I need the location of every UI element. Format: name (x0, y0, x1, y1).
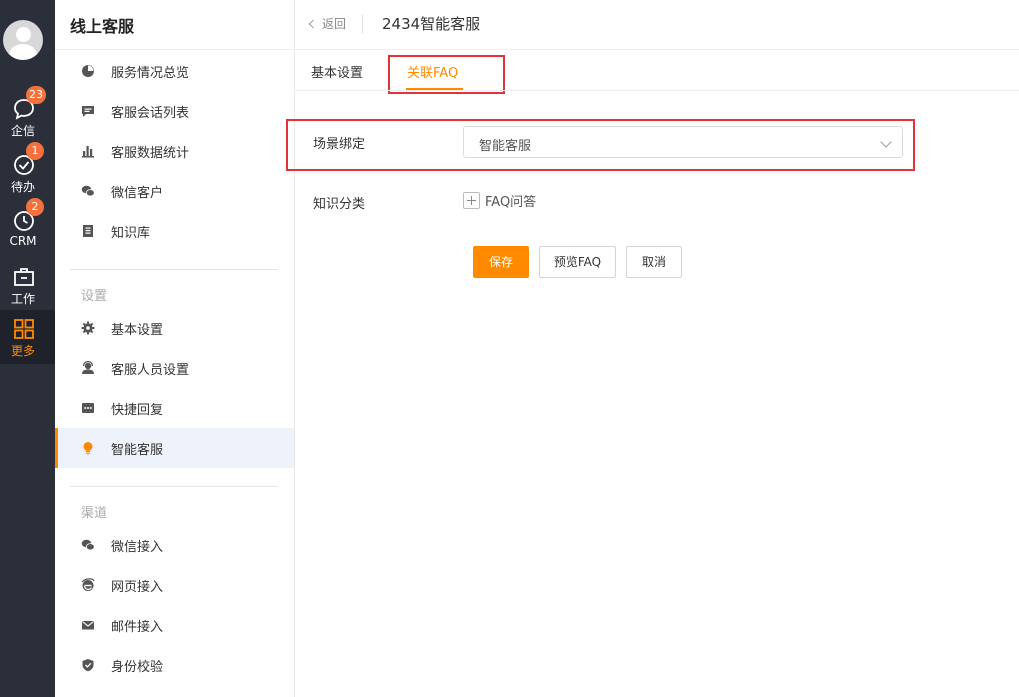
agent-icon (82, 361, 94, 374)
page-title: 2434智能客服 (382, 15, 481, 33)
sidebar-item-smart-service[interactable]: 智能客服 (55, 428, 294, 468)
cancel-button[interactable]: 取消 (626, 246, 682, 278)
shield-icon (82, 659, 94, 672)
sidebar-item-label: 知识库 (111, 226, 151, 241)
sidebar-item-label: 网页接入 (111, 580, 164, 595)
tab-basic-settings[interactable]: 基本设置 (311, 62, 363, 81)
sidebar-item-label: 基本设置 (111, 323, 164, 338)
sidebar-item-label: 服务情况总览 (111, 66, 190, 81)
sidebar-item-quick-reply[interactable]: 快捷回复 (55, 388, 294, 428)
back-label: 返回 (322, 17, 347, 31)
crm-badge: 2 (26, 198, 44, 216)
rail-item-label: CRM (9, 234, 37, 248)
divider (362, 15, 363, 33)
book-icon (83, 225, 93, 237)
rail-item-crm[interactable]: 2 CRM (0, 198, 55, 258)
divider (70, 269, 278, 270)
divider (70, 486, 278, 487)
sidebar-item-label: 客服人员设置 (111, 363, 190, 378)
rail-item-label: 待办 (10, 180, 35, 194)
app-rail: 23 企信 1 待办 2 CRM 工作 更多 (0, 0, 55, 697)
knowledge-category-label: 知识分类 (313, 197, 366, 212)
divider (295, 49, 1019, 50)
sidebar-item-label: 邮件接入 (111, 620, 164, 635)
sidebar-item-wechat-access[interactable]: 微信接入 (55, 525, 294, 565)
sidebar-item-label: 快捷回复 (111, 403, 164, 418)
divider (295, 90, 1019, 91)
rail-item-todo[interactable]: 1 待办 (0, 142, 55, 202)
main-content: 返回 2434智能客服 基本设置 关联FAQ 场景绑定 智能客服 知识分类 FA… (286, 0, 1019, 697)
ie-icon (81, 578, 95, 591)
sidebar: 线上客服 服务情况总览 客服会话列表 客服数据统计 微信客户 知识库 设置 基本… (55, 0, 295, 697)
rail-item-more[interactable]: 更多 (0, 310, 55, 364)
briefcase-icon (14, 268, 34, 286)
wechat-icon (81, 539, 95, 551)
sidebar-item-basic-settings[interactable]: 基本设置 (55, 308, 294, 348)
sidebar-item-agent-settings[interactable]: 客服人员设置 (55, 348, 294, 388)
faq-category-label: FAQ问答 (485, 195, 537, 210)
avatar[interactable] (3, 20, 43, 60)
chevron-left-icon (308, 19, 318, 29)
group-label-settings: 设置 (81, 289, 108, 304)
rail-item-work[interactable]: 工作 (0, 260, 55, 314)
bar-chart-icon (82, 146, 94, 158)
chevron-down-icon (880, 136, 892, 148)
highlight-box-tab (388, 55, 505, 94)
back-link[interactable]: 返回 (308, 15, 347, 32)
wechat-icon (81, 185, 95, 197)
sidebar-item-session-list[interactable]: 客服会话列表 (55, 91, 294, 131)
chat-list-icon (82, 106, 94, 117)
sidebar-item-knowledge-base[interactable]: 知识库 (55, 211, 294, 251)
sidebar-item-label: 微信客户 (111, 186, 164, 201)
sidebar-item-label: 智能客服 (111, 443, 164, 458)
pie-chart-icon (82, 65, 94, 77)
sidebar-item-label: 身份校验 (111, 660, 164, 675)
scene-select-value: 智能客服 (479, 139, 532, 154)
mail-icon (82, 621, 94, 630)
gear-icon (81, 321, 95, 335)
divider (55, 49, 295, 50)
plus-icon (463, 192, 480, 209)
grid-icon (14, 319, 34, 339)
sidebar-title: 线上客服 (70, 17, 135, 36)
save-button[interactable]: 保存 (473, 246, 529, 278)
sidebar-item-wechat-customers[interactable]: 微信客户 (55, 171, 294, 211)
rail-item-label: 工作 (10, 292, 35, 306)
preview-faq-button[interactable]: 预览FAQ (539, 246, 616, 278)
quick-reply-icon (82, 403, 94, 413)
rail-item-qixin[interactable]: 23 企信 (0, 86, 55, 146)
sidebar-item-identity-check[interactable]: 身份校验 (55, 645, 294, 685)
todo-badge: 1 (26, 142, 44, 160)
sidebar-item-label: 客服数据统计 (111, 146, 190, 161)
sidebar-item-statistics[interactable]: 客服数据统计 (55, 131, 294, 171)
scene-binding-label: 场景绑定 (313, 137, 366, 152)
rail-item-label: 更多 (10, 344, 35, 358)
scene-select[interactable]: 智能客服 (463, 126, 903, 158)
sidebar-item-mail-access[interactable]: 邮件接入 (55, 605, 294, 645)
group-label-channels: 渠道 (81, 506, 108, 521)
unread-badge: 23 (26, 86, 46, 104)
sidebar-item-label: 客服会话列表 (111, 106, 190, 121)
rail-item-label: 企信 (10, 124, 35, 138)
bulb-icon (83, 442, 93, 455)
sidebar-item-label: 微信接入 (111, 540, 164, 555)
sidebar-item-web-access[interactable]: 网页接入 (55, 565, 294, 605)
sidebar-item-overview[interactable]: 服务情况总览 (55, 51, 294, 91)
